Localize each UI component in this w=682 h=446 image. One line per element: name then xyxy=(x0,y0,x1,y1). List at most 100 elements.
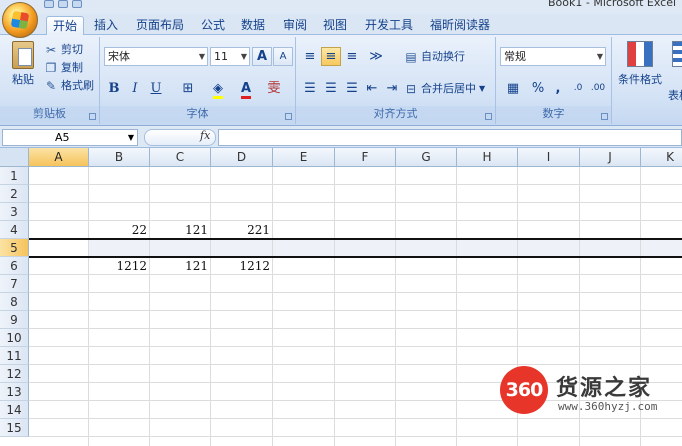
tab-review[interactable]: 审阅 xyxy=(278,16,312,35)
borders-button[interactable]: ⊞ xyxy=(178,79,198,98)
cell-b4[interactable]: 22 xyxy=(89,221,150,239)
cell-d4[interactable]: 221 xyxy=(211,221,273,239)
active-cell[interactable] xyxy=(29,239,88,257)
column-header-f[interactable]: F xyxy=(335,148,396,167)
brush-icon: ✎ xyxy=(45,78,57,93)
align-top-button[interactable]: ≡ xyxy=(300,47,320,66)
save-icon[interactable] xyxy=(44,0,54,8)
column-header-k[interactable]: K xyxy=(641,148,682,167)
number-dialog-launcher-icon[interactable] xyxy=(601,113,608,120)
underline-button[interactable]: U xyxy=(146,79,166,98)
select-all-corner[interactable] xyxy=(0,148,29,167)
percent-style-button[interactable]: % xyxy=(528,79,548,98)
row-header-1[interactable]: 1 xyxy=(0,167,29,185)
row-header-7[interactable]: 7 xyxy=(0,275,29,293)
column-gridline xyxy=(149,167,150,446)
undo-icon[interactable] xyxy=(58,0,68,8)
insert-function-button[interactable]: fx xyxy=(200,129,210,142)
tab-page-layout[interactable]: 页面布局 xyxy=(130,16,190,35)
tab-developer[interactable]: 开发工具 xyxy=(360,16,418,35)
align-left-button[interactable]: ☰ xyxy=(300,79,320,98)
row-header-5[interactable]: 5 xyxy=(0,239,29,257)
column-header-j[interactable]: J xyxy=(580,148,641,167)
bold-button[interactable]: B xyxy=(104,79,124,98)
accounting-format-button[interactable]: ▦ xyxy=(500,79,526,98)
tab-formulas[interactable]: 公式 xyxy=(196,16,230,35)
paste-button[interactable]: 粘贴 xyxy=(6,41,40,87)
row-header-10[interactable]: 10 xyxy=(0,329,29,347)
increase-indent-button[interactable]: ⇥ xyxy=(382,79,402,98)
tab-data[interactable]: 数据 xyxy=(236,16,270,35)
comma-style-button[interactable]: , xyxy=(548,79,568,98)
format-painter-button[interactable]: ✎ 格式刷 xyxy=(44,77,94,94)
orientation-button[interactable]: ≫ xyxy=(366,47,386,66)
shrink-font-button[interactable]: A xyxy=(273,47,293,66)
table-format-button[interactable]: 表格 xyxy=(668,41,682,103)
column-header-i[interactable]: I xyxy=(518,148,580,167)
wrap-text-button[interactable]: ▤ 自动换行 xyxy=(404,48,465,65)
align-bottom-button[interactable]: ≡ xyxy=(342,47,362,66)
cut-label: 剪切 xyxy=(61,43,83,56)
font-size-combo[interactable]: 11 ▼ xyxy=(210,47,250,66)
conditional-format-button[interactable]: 条件格式 xyxy=(614,41,666,87)
row-header-8[interactable]: 8 xyxy=(0,293,29,311)
font-name-combo[interactable]: 宋体 ▼ xyxy=(104,47,208,66)
row-header-15[interactable]: 15 xyxy=(0,419,29,437)
alignment-dialog-launcher-icon[interactable] xyxy=(485,113,492,120)
tab-home[interactable]: 开始 xyxy=(46,16,84,35)
cell-c6[interactable]: 121 xyxy=(150,257,211,275)
number-group-label: 数字 xyxy=(496,106,611,122)
column-header-b[interactable]: B xyxy=(89,148,150,167)
column-header-a[interactable]: A xyxy=(29,148,89,167)
column-header-g[interactable]: G xyxy=(396,148,457,167)
row-header-14[interactable]: 14 xyxy=(0,401,29,419)
merge-center-button[interactable]: ⊟ 合并后居中 ▼ xyxy=(404,80,485,97)
increase-decimal-button[interactable]: .0 xyxy=(568,79,588,98)
grow-font-button[interactable]: A xyxy=(252,47,272,66)
row-header-13[interactable]: 13 xyxy=(0,383,29,401)
column-header-h[interactable]: H xyxy=(457,148,518,167)
tab-view[interactable]: 视图 xyxy=(318,16,352,35)
row-header-6[interactable]: 6 xyxy=(0,257,29,275)
italic-button[interactable]: I xyxy=(125,79,145,98)
row-header-4[interactable]: 4 xyxy=(0,221,29,239)
column-header-e[interactable]: E xyxy=(273,148,335,167)
tab-foxit-reader[interactable]: 福昕阅读器 xyxy=(424,16,496,35)
cell-d6[interactable]: 1212 xyxy=(211,257,273,275)
copy-button[interactable]: ❐ 复制 xyxy=(44,59,83,76)
tab-insert[interactable]: 插入 xyxy=(88,16,124,35)
column-header-d[interactable]: D xyxy=(211,148,273,167)
decrease-indent-button[interactable]: ⇤ xyxy=(362,79,382,98)
paste-label: 粘贴 xyxy=(12,73,34,86)
decrease-decimal-button[interactable]: .00 xyxy=(588,79,608,98)
row-header-11[interactable]: 11 xyxy=(0,347,29,365)
formula-input[interactable] xyxy=(218,129,682,146)
row-header-9[interactable]: 9 xyxy=(0,311,29,329)
row-header-2[interactable]: 2 xyxy=(0,185,29,203)
clipboard-group-label: 剪贴板 xyxy=(0,106,99,122)
chevron-down-icon: ▼ xyxy=(198,52,205,61)
font-name-value: 宋体 xyxy=(108,50,130,63)
cut-button[interactable]: ✂ 剪切 xyxy=(44,41,83,58)
column-gridline xyxy=(395,167,396,446)
cell-c4[interactable]: 121 xyxy=(150,221,211,239)
font-color-button[interactable]: A xyxy=(236,79,256,99)
alignment-group: ≡ ≡ ≡ ≫ ▤ 自动换行 ☰ ☰ ☰ ⇤ ⇥ ⊟ 合并后居中 ▼ 对齐方式 xyxy=(296,37,496,124)
phonetic-guide-button[interactable]: 雯 xyxy=(264,79,284,98)
office-button[interactable] xyxy=(2,2,38,38)
watermark-title: 货源之家 xyxy=(556,376,653,401)
align-center-button[interactable]: ☰ xyxy=(321,79,341,98)
fill-color-button[interactable]: ◈ xyxy=(208,79,228,99)
name-box[interactable]: A5 ▼ xyxy=(2,129,138,146)
redo-icon[interactable] xyxy=(72,0,82,8)
row-header-12[interactable]: 12 xyxy=(0,365,29,383)
align-right-button[interactable]: ☰ xyxy=(342,79,362,98)
clipboard-dialog-launcher-icon[interactable] xyxy=(89,113,96,120)
font-dialog-launcher-icon[interactable] xyxy=(285,113,292,120)
cell-b6[interactable]: 1212 xyxy=(89,257,150,275)
column-header-c[interactable]: C xyxy=(150,148,211,167)
align-middle-button[interactable]: ≡ xyxy=(321,47,341,66)
clipboard-group: 粘贴 ✂ 剪切 ❐ 复制 ✎ 格式刷 剪贴板 xyxy=(0,37,100,124)
row-header-3[interactable]: 3 xyxy=(0,203,29,221)
number-format-combo[interactable]: 常规 ▼ xyxy=(500,47,606,66)
